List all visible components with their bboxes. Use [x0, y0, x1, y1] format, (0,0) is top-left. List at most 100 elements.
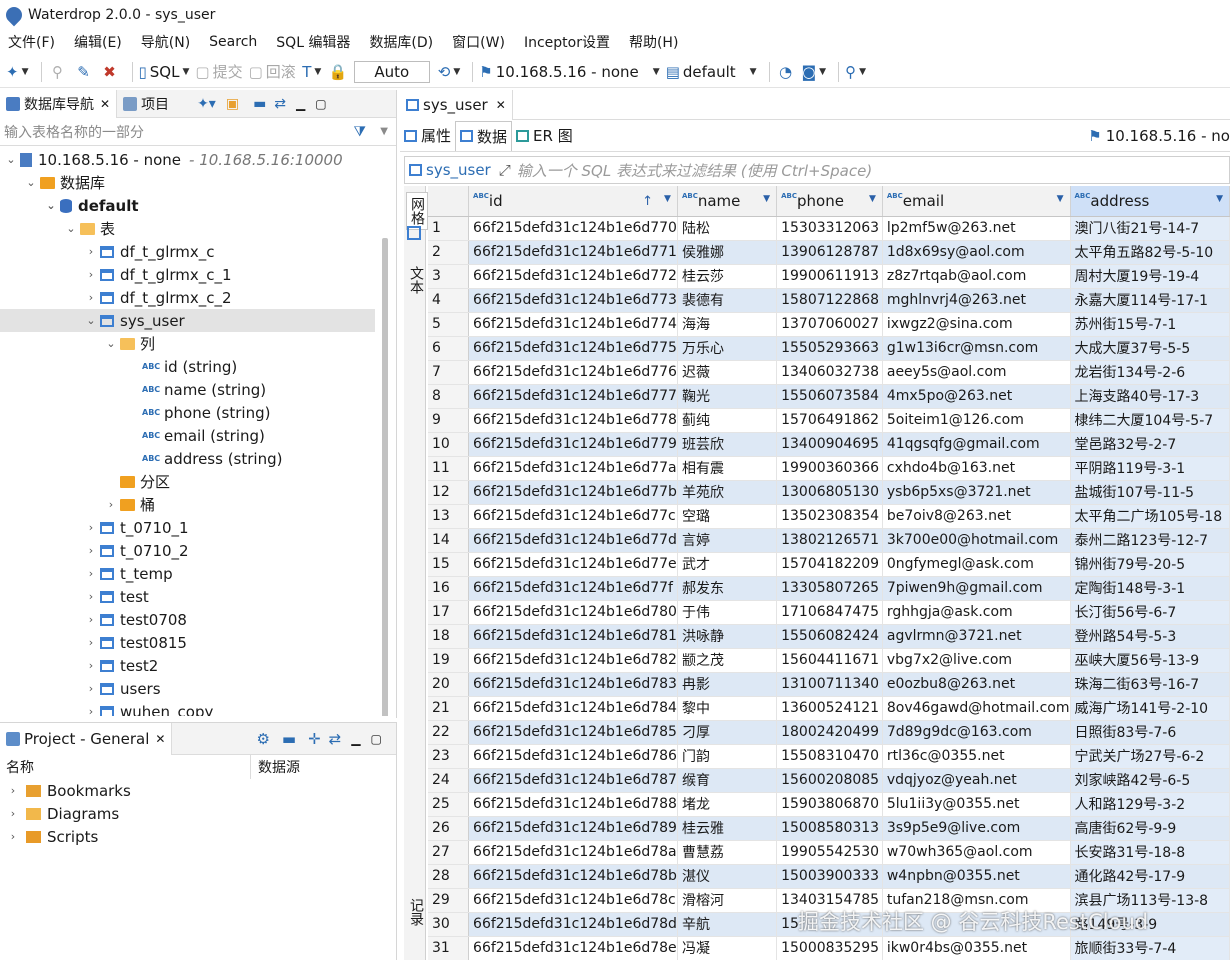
id-cell[interactable]: 66f215defd31c124b1e6d77c — [468, 504, 678, 529]
address-cell[interactable]: 泰州二路123号-12-7 — [1070, 528, 1230, 553]
phone-cell[interactable]: 13707060027 — [776, 312, 883, 337]
maximize-icon[interactable]: ▢ — [370, 732, 381, 746]
row-number-cell[interactable]: 14 — [428, 528, 470, 553]
rollback-button[interactable]: ▢ 回滚 — [249, 60, 296, 84]
address-cell[interactable]: 龙岩街134号-2-6 — [1070, 360, 1230, 385]
address-cell[interactable]: 永嘉大厦114号-17-1 — [1070, 288, 1230, 313]
menu-navigate[interactable]: 导航(N) — [141, 32, 190, 52]
address-cell[interactable]: 长汀街56号-6-7 — [1070, 600, 1230, 625]
email-cell[interactable]: 41qgsqfg@gmail.com — [882, 432, 1071, 457]
row-number-cell[interactable]: 9 — [428, 408, 470, 433]
lock-icon[interactable]: 🔒 — [328, 60, 348, 84]
address-cell[interactable]: 威海广场141号-2-10 — [1070, 696, 1230, 721]
tree-node-table[interactable]: › users — [84, 677, 161, 700]
email-cell[interactable]: ikw0r4bs@0355.net — [882, 936, 1071, 960]
name-cell[interactable]: 陆松 — [677, 216, 778, 241]
email-cell[interactable]: 0ngfymegl@ask.com — [882, 552, 1071, 577]
new-connection-icon[interactable]: ✦▾ — [197, 96, 216, 112]
email-cell[interactable]: 5oiteim1@126.com — [882, 408, 1071, 433]
chevron-down-icon[interactable]: ▼ — [1216, 194, 1223, 204]
column-header-address[interactable]: ABCaddress ▼ — [1070, 186, 1230, 217]
tree-node-server[interactable]: ⌄ 10.168.5.16 - none - 10.168.5.16:10000 — [4, 148, 342, 171]
name-cell[interactable]: 班芸欣 — [677, 432, 778, 457]
phone-cell[interactable]: 15303312063 — [776, 216, 883, 241]
address-cell[interactable]: 通化路42号-17-9 — [1070, 864, 1230, 889]
row-number-cell[interactable]: 27 — [428, 840, 470, 865]
id-cell[interactable]: 66f215defd31c124b1e6d789 — [468, 816, 678, 841]
phone-cell[interactable]: 13600524121 — [776, 696, 883, 721]
expand-filter-icon[interactable]: ⤢ — [499, 161, 511, 179]
transaction-mode-icon[interactable]: T ▼ — [302, 60, 322, 84]
name-cell[interactable]: 桂云莎 — [677, 264, 778, 289]
address-cell[interactable]: 堂邑路32号-2-7 — [1070, 432, 1230, 457]
table-row[interactable]: 3 66f215defd31c124b1e6d772 桂云莎 19900611913 z… — [428, 264, 1230, 289]
table-row[interactable]: 20 66f215defd31c124b1e6d783 冉影 13100711340 e… — [428, 672, 1230, 697]
tree-node-table[interactable]: › test0815 — [84, 631, 187, 654]
email-cell[interactable]: 3s9p5e9@live.com — [882, 816, 1071, 841]
minimize-icon[interactable]: ▁ — [351, 732, 360, 746]
id-cell[interactable]: 66f215defd31c124b1e6d78c — [468, 888, 678, 913]
email-cell[interactable]: 1d8x69sy@aol.com — [882, 240, 1071, 265]
name-cell[interactable]: 洪咏静 — [677, 624, 778, 649]
address-cell[interactable]: 高唐街62号-9-9 — [1070, 816, 1230, 841]
name-cell[interactable]: 缑育 — [677, 768, 778, 793]
phone-cell[interactable]: 13502308354 — [776, 504, 883, 529]
address-cell[interactable]: 日照街83号-7-6 — [1070, 720, 1230, 745]
tree-node-table[interactable]: › df_t_glrmx_c_2 — [84, 286, 232, 309]
name-cell[interactable]: 曹慧荔 — [677, 840, 778, 865]
id-cell[interactable]: 66f215defd31c124b1e6d78b — [468, 864, 678, 889]
row-number-cell[interactable]: 19 — [428, 648, 470, 673]
id-cell[interactable]: 66f215defd31c124b1e6d78a — [468, 840, 678, 865]
tree-node-partitions[interactable]: 分区 — [118, 470, 170, 493]
disconnect-icon[interactable]: ✎ — [74, 60, 94, 84]
table-row[interactable]: 25 66f215defd31c124b1e6d788 堵龙 15903806870 5… — [428, 792, 1230, 817]
id-cell[interactable]: 66f215defd31c124b1e6d783 — [468, 672, 678, 697]
row-number-cell[interactable]: 10 — [428, 432, 470, 457]
column-header-id[interactable]: ABCid ↑ ▼ — [468, 186, 678, 217]
email-cell[interactable]: be7oiv8@263.net — [882, 504, 1071, 529]
name-cell[interactable]: 刁厚 — [677, 720, 778, 745]
address-cell[interactable]: 巫峡大厦56号-13-9 — [1070, 648, 1230, 673]
tab-data[interactable]: 数据 — [455, 120, 513, 151]
filter-input[interactable]: 输入一个 SQL 表达式来过滤结果 (使用 Ctrl+Space) — [517, 160, 872, 181]
name-cell[interactable]: 空璐 — [677, 504, 778, 529]
column-header-name[interactable]: ABCname ▼ — [677, 186, 778, 217]
table-row[interactable]: 17 66f215defd31c124b1e6d780 于伟 17106847475 r… — [428, 600, 1230, 625]
address-cell[interactable]: 盐城街107号-11-5 — [1070, 480, 1230, 505]
phone-cell[interactable]: 15003900333 — [776, 864, 883, 889]
id-cell[interactable]: 66f215defd31c124b1e6d781 — [468, 624, 678, 649]
name-cell[interactable]: 于伟 — [677, 600, 778, 625]
table-row[interactable]: 28 66f215defd31c124b1e6d78b 湛仪 15003900333 w… — [428, 864, 1230, 889]
row-number-cell[interactable]: 31 — [428, 936, 470, 960]
row-number-cell[interactable]: 23 — [428, 744, 470, 769]
tree-node-table[interactable]: › t_temp — [84, 562, 173, 585]
new-folder-icon[interactable]: ▣ — [226, 96, 239, 112]
id-cell[interactable]: 66f215defd31c124b1e6d77a — [468, 456, 678, 481]
maximize-icon[interactable]: ▢ — [315, 97, 326, 111]
email-cell[interactable]: rtl36c@0355.net — [882, 744, 1071, 769]
address-cell[interactable]: 平阴路119号-3-1 — [1070, 456, 1230, 481]
id-cell[interactable]: 66f215defd31c124b1e6d775 — [468, 336, 678, 361]
address-cell[interactable]: 苏州街15号-7-1 — [1070, 312, 1230, 337]
project-item-scripts[interactable]: › Scripts — [0, 825, 396, 848]
tree-node-databases[interactable]: ⌄ 数据库 — [24, 171, 105, 194]
id-cell[interactable]: 66f215defd31c124b1e6d786 — [468, 744, 678, 769]
expand-all-icon[interactable]: ✛ — [308, 730, 321, 748]
tab-sys-user[interactable]: sys_user ✕ — [400, 89, 513, 120]
email-cell[interactable]: lp2mf5w@263.net — [882, 216, 1071, 241]
tree-node-column[interactable]: ABC address (string) — [142, 447, 282, 470]
expand-icon[interactable]: ⌄ — [44, 199, 58, 212]
phone-cell[interactable]: 13305807265 — [776, 576, 883, 601]
tab-text[interactable]: 文本 — [406, 266, 426, 294]
chevron-down-icon[interactable]: ▼ — [380, 126, 388, 137]
tab-properties[interactable]: 属性 — [400, 121, 455, 151]
name-cell[interactable]: 侯雅娜 — [677, 240, 778, 265]
address-cell[interactable]: 旅顺街33号-7-4 — [1070, 936, 1230, 960]
tree-node-default-db[interactable]: ⌄ default — [44, 194, 138, 217]
tree-node-table[interactable]: › test — [84, 585, 149, 608]
id-cell[interactable]: 66f215defd31c124b1e6d778 — [468, 408, 678, 433]
phone-cell[interactable]: 15000835295 — [776, 936, 883, 960]
id-cell[interactable]: 66f215defd31c124b1e6d770 — [468, 216, 678, 241]
phone-cell[interactable]: 15506073584 — [776, 384, 883, 409]
email-cell[interactable]: w70wh365@aol.com — [882, 840, 1071, 865]
